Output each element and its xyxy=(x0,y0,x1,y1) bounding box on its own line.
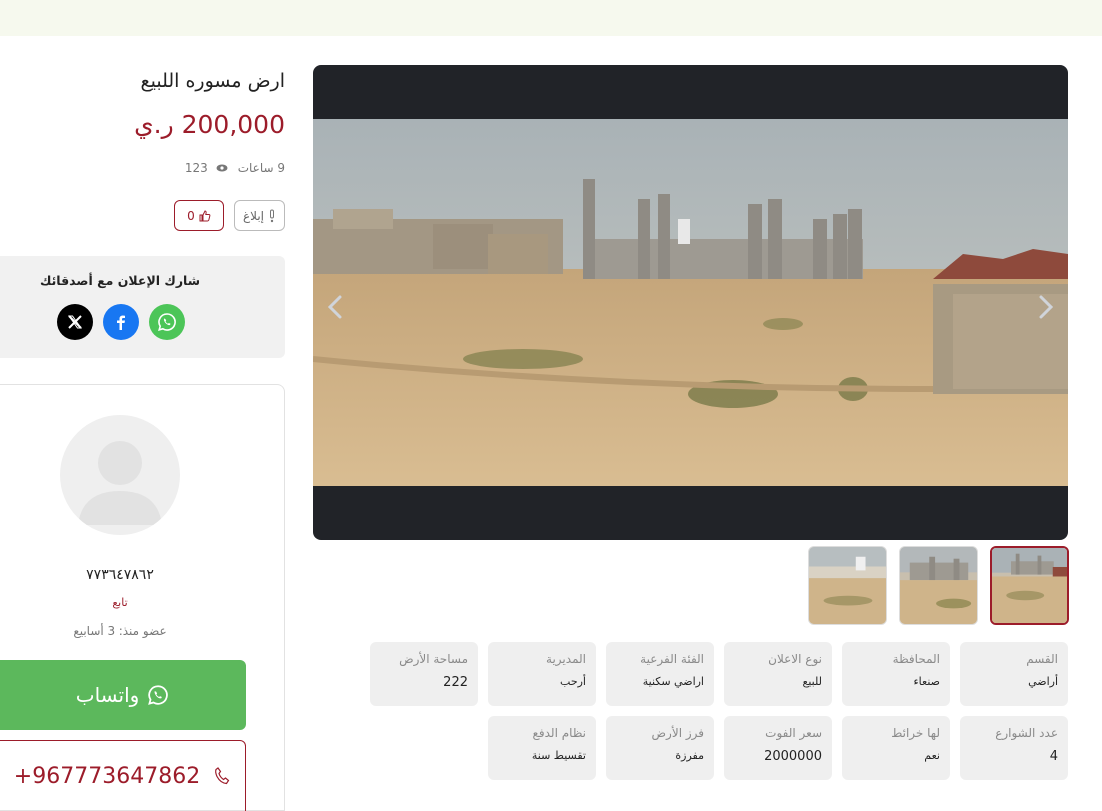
attribute-value: اراضي سكنية xyxy=(642,675,704,688)
attribute-key: مساحة الأرض xyxy=(399,652,468,666)
whatsapp-label: واتساب xyxy=(75,683,140,707)
attribute-key: لها خرائط xyxy=(891,726,940,740)
attribute-card: فرز الأرض مفرزة xyxy=(606,716,714,780)
attributes-grid: القسم أراضي المحافظة صنعاء نوع الاعلان ل… xyxy=(370,642,1068,780)
attribute-card: سعر الفوت 2000000 xyxy=(724,716,832,780)
chevron-right-icon xyxy=(1039,295,1054,319)
user-avatar-icon xyxy=(78,441,162,525)
member-since: عضو منذ: 3 أسابيع xyxy=(0,624,240,638)
attribute-key: المحافظة xyxy=(892,652,940,666)
listing-price: 200,000 ر.ي xyxy=(134,110,285,139)
attribute-value: مفرزة xyxy=(675,749,704,762)
attribute-card: نوع الاعلان للبيع xyxy=(724,642,832,706)
attribute-key: الفئة الفرعية xyxy=(640,652,704,666)
x-share-button[interactable] xyxy=(57,304,93,340)
attribute-value: للبيع xyxy=(802,675,823,688)
views-count: 123 xyxy=(185,161,228,175)
share-icons xyxy=(57,304,185,340)
like-button[interactable]: 0 xyxy=(174,200,224,231)
likes-count: 0 xyxy=(187,208,195,223)
attribute-value: 4 xyxy=(1049,749,1058,764)
member-since-value: 3 أسابيع xyxy=(73,624,116,638)
attribute-card: القسم أراضي xyxy=(960,642,1068,706)
share-label: شارك الإعلان مع أصدقائك xyxy=(39,273,201,288)
phone-number: +967773647862 xyxy=(13,763,201,789)
attribute-value: 222 xyxy=(443,675,468,690)
attribute-card: المديرية أرحب xyxy=(488,642,596,706)
attribute-key: نظام الدفع xyxy=(532,726,587,740)
attribute-key: عدد الشوارع xyxy=(995,726,1058,740)
facebook-share-button[interactable] xyxy=(103,304,139,340)
attribute-key: سعر الفوت xyxy=(765,726,822,740)
thumbs-up-icon xyxy=(199,209,211,221)
x-icon xyxy=(68,315,82,329)
attribute-key: نوع الاعلان xyxy=(768,652,822,666)
follow-link[interactable]: تابع xyxy=(0,596,240,609)
phone-contact-button[interactable]: +967773647862 xyxy=(0,740,246,811)
report-label: إبلاغ xyxy=(243,208,264,223)
listing-meta: 9 ساعات 123 xyxy=(185,161,285,175)
attribute-card: المحافظة صنعاء xyxy=(842,642,950,706)
seller-card: ٧٧٣٦٤٧٨٦٢ تابع عضو منذ: 3 أسابيع واتساب … xyxy=(0,384,285,811)
attribute-card: نظام الدفع تقسيط سنة xyxy=(488,716,596,780)
listing-photo xyxy=(313,119,1068,486)
facebook-icon xyxy=(117,315,125,330)
attribute-value: أراضي xyxy=(1028,675,1058,688)
attribute-value: صنعاء xyxy=(913,675,941,688)
listing-title: ارض مسوره اللبيع xyxy=(140,70,285,92)
gallery-thumbnail[interactable] xyxy=(899,546,978,625)
gallery-prev-arrow[interactable] xyxy=(315,287,355,327)
image-gallery[interactable] xyxy=(313,65,1068,540)
attribute-value: 2000000 xyxy=(764,749,822,764)
exclamation-icon xyxy=(270,209,274,222)
whatsapp-share-button[interactable] xyxy=(149,304,185,340)
views-value: 123 xyxy=(184,161,208,175)
gallery-next-arrow[interactable] xyxy=(1026,287,1066,327)
thumbnail-strip xyxy=(808,546,1069,625)
attribute-card: لها خرائط نعم xyxy=(842,716,950,780)
top-bar xyxy=(0,0,1102,36)
report-button[interactable]: إبلاغ xyxy=(234,200,285,231)
whatsapp-icon xyxy=(148,685,169,705)
time-ago: 9 ساعات xyxy=(237,161,285,175)
gallery-thumbnail[interactable] xyxy=(808,546,887,625)
phone-icon xyxy=(215,767,230,785)
seller-name: ٧٧٣٦٤٧٨٦٢ xyxy=(86,567,154,583)
attribute-card: عدد الشوارع 4 xyxy=(960,716,1068,780)
member-since-label: عضو منذ: xyxy=(118,624,167,638)
attribute-key: المديرية xyxy=(546,652,586,666)
attribute-value: تقسيط سنة xyxy=(531,749,586,762)
whatsapp-icon xyxy=(158,313,176,331)
attribute-key: القسم xyxy=(1026,652,1058,666)
attribute-value: نعم xyxy=(924,749,940,762)
attribute-value: أرحب xyxy=(560,675,586,688)
whatsapp-contact-button[interactable]: واتساب xyxy=(0,660,246,730)
attribute-card: مساحة الأرض 222 xyxy=(370,642,478,706)
gallery-thumbnail-active[interactable] xyxy=(990,546,1069,625)
chevron-left-icon xyxy=(327,295,342,319)
avatar xyxy=(60,415,180,535)
attribute-card: الفئة الفرعية اراضي سكنية xyxy=(606,642,714,706)
attribute-key: فرز الأرض xyxy=(651,726,704,740)
share-box: شارك الإعلان مع أصدقائك xyxy=(0,256,285,358)
eye-icon xyxy=(216,164,228,172)
action-buttons: إبلاغ 0 xyxy=(174,200,285,231)
